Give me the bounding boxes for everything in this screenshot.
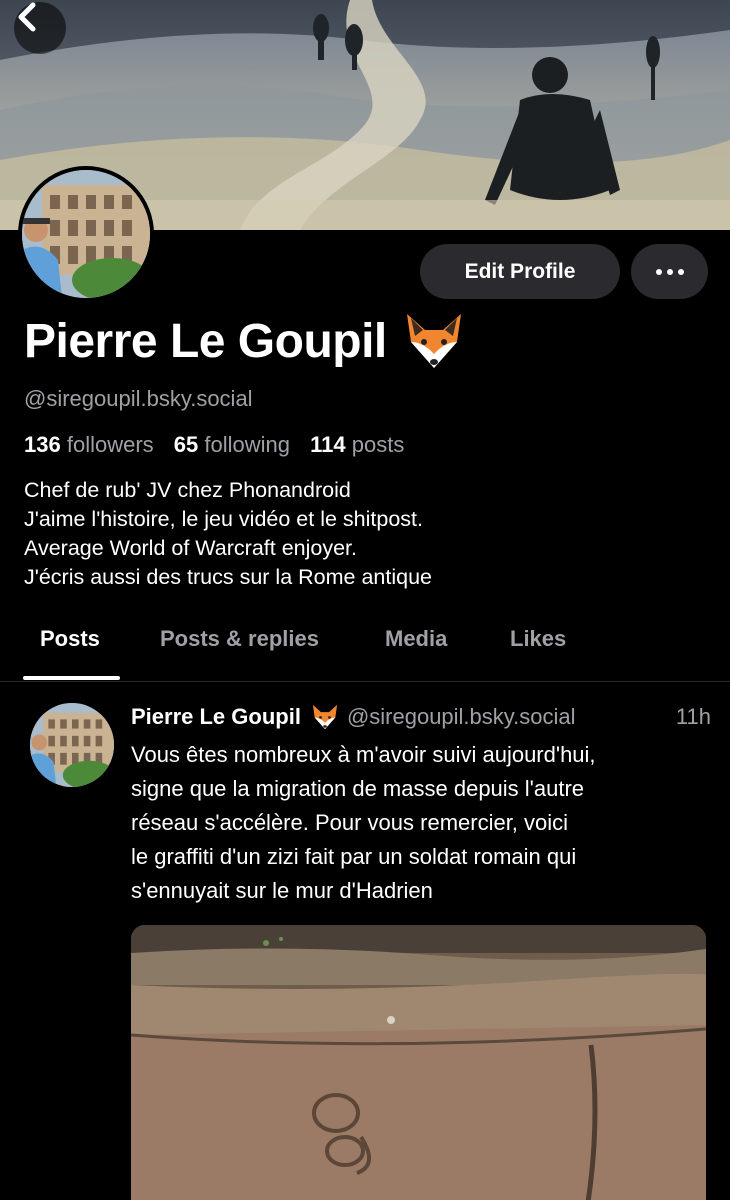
tab-likes[interactable]: Likes [510,626,566,652]
bio-line: Average World of Warcraft enjoyer. [24,536,357,560]
followers-stat[interactable]: 136 followers [24,432,154,457]
post-author-name[interactable]: Pierre Le Goupil [131,704,301,730]
profile-name: Pierre Le Goupil [24,314,387,368]
followers-label: followers [66,432,154,457]
profile-handle: @siregoupil.bsky.social [24,386,253,411]
post-header: Pierre Le Goupil @siregoupil.bsky.social… [131,704,711,730]
bio-line: J'écris aussi des trucs sur la Rome anti… [24,565,432,589]
post-body: Vous êtes nombreux à m'avoir suivi aujou… [131,738,711,908]
following-stat[interactable]: 65 following [174,432,290,457]
tab-media[interactable]: Media [385,626,447,652]
tab-posts-and-replies[interactable]: Posts & replies [160,626,319,652]
chevron-left-icon [18,2,36,32]
bio-line: J'aime l'histoire, le jeu vidéo et le sh… [24,507,423,531]
following-label: following [204,432,290,457]
avatar-image [30,703,114,787]
graffiti-photo [131,925,706,1200]
post-text-line: signe que la migration de masse depuis l… [131,776,585,801]
posts-stat: 114 posts [310,432,404,457]
ellipsis-icon [655,268,662,275]
post-author-avatar[interactable] [30,703,114,787]
more-options-button[interactable] [631,244,708,299]
back-button[interactable] [14,2,66,54]
posts-label: posts [351,432,405,457]
avatar-image [22,170,150,298]
post-text-line: Vous êtes nombreux à m'avoir suivi aujou… [131,742,596,767]
post-image[interactable] [131,925,706,1200]
profile-screen: Edit Profile Pierre Le Goupil @siregoupi… [0,0,730,1200]
profile-avatar[interactable] [18,166,154,302]
post-author-handle[interactable]: @siregoupil.bsky.social [347,704,576,730]
followers-count: 136 [24,432,61,457]
profile-bio: Chef de rub' JV chez Phonandroid J'aime … [24,476,432,592]
profile-name-row: Pierre Le Goupil [24,312,465,370]
post-timestamp[interactable]: 11h [676,704,711,730]
fox-emoji-icon [311,704,339,730]
edit-profile-button[interactable]: Edit Profile [420,244,620,299]
profile-stats: 136 followers 65 following 114 posts [24,432,404,458]
posts-count: 114 [310,432,346,457]
post-text-line: réseau s'accélère. Pour vous remercier, … [131,810,569,835]
post-text-line: le graffiti d'un zizi fait par un soldat… [131,844,577,869]
tab-posts[interactable]: Posts [40,626,100,652]
following-count: 65 [173,432,199,457]
bio-line: Chef de rub' JV chez Phonandroid [24,478,351,502]
post-text-line: s'ennuyait sur le mur d'Hadrien [131,878,433,903]
fox-emoji-icon [406,314,461,368]
active-tab-indicator [23,676,120,680]
profile-tabs: Posts Posts & replies Media Likes [0,612,730,682]
